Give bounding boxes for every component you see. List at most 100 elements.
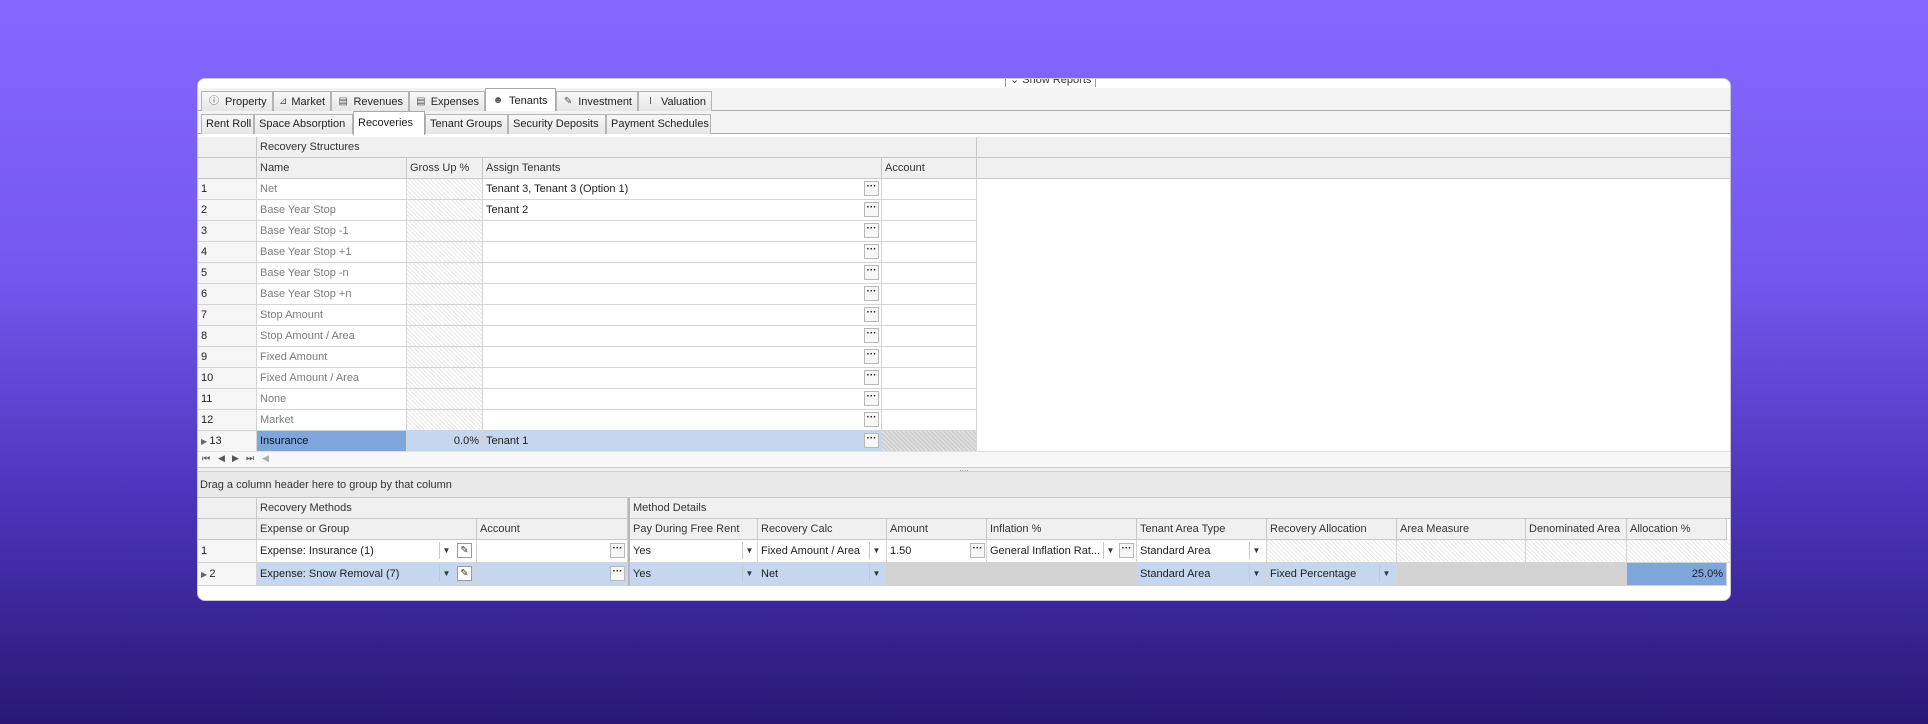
row-number[interactable]: 7	[198, 305, 257, 326]
ellipsis-button[interactable]: ···	[864, 265, 879, 280]
tab-expenses[interactable]: ▤ Expenses	[409, 91, 485, 111]
row-number[interactable]: ▶ 2	[198, 563, 257, 586]
tenant-area-type-select[interactable]: Standard Area ▼	[1137, 563, 1267, 586]
structure-name[interactable]: Base Year Stop -1	[257, 221, 407, 242]
assign-tenants-field[interactable]: ···	[483, 305, 882, 326]
edit-icon[interactable]: ✎	[457, 543, 472, 558]
col-header-expense[interactable]: Expense or Group	[257, 519, 477, 540]
col-header-tenant-area-type[interactable]: Tenant Area Type	[1137, 519, 1267, 540]
recovery-calc-select[interactable]: Net ▼	[758, 563, 887, 586]
account-cell[interactable]	[882, 410, 977, 431]
row-number[interactable]: 2	[198, 200, 257, 221]
ellipsis-button[interactable]: ···	[864, 349, 879, 364]
inflation-select[interactable]: General Inflation Rat... ▼ ···	[987, 540, 1137, 563]
account-cell[interactable]	[882, 368, 977, 389]
account-cell[interactable]	[882, 347, 977, 368]
group-by-panel[interactable]: Drag a column header here to group by th…	[198, 472, 1730, 498]
structure-name[interactable]: Base Year Stop +1	[257, 242, 407, 263]
gross-up-cell[interactable]: 0.0%	[407, 431, 483, 452]
col-header-area-measure[interactable]: Area Measure	[1397, 519, 1526, 540]
structure-name[interactable]: Base Year Stop +n	[257, 284, 407, 305]
account-cell[interactable]	[882, 179, 977, 200]
tab-market[interactable]: ⊿ Market	[273, 91, 331, 111]
assign-tenants-field[interactable]: ···	[483, 368, 882, 389]
chevron-down-icon[interactable]: ▼	[869, 565, 883, 582]
col-header-account[interactable]: Account	[882, 158, 977, 179]
amount-field[interactable]: 1.50 ···	[887, 540, 987, 563]
chevron-down-icon[interactable]: ▼	[1103, 542, 1117, 559]
recovery-calc-select[interactable]: Fixed Amount / Area ▼	[758, 540, 887, 563]
tab-investment[interactable]: ✎ Investment	[556, 91, 638, 111]
assign-tenants-field[interactable]: ···	[483, 284, 882, 305]
ellipsis-button[interactable]: ···	[864, 286, 879, 301]
structure-name[interactable]: Market	[257, 410, 407, 431]
ellipsis-button[interactable]: ···	[610, 543, 625, 558]
account-cell[interactable]	[882, 389, 977, 410]
col-header-account[interactable]: Account	[477, 519, 628, 540]
assign-tenants-field[interactable]: ···	[483, 242, 882, 263]
col-header-allocation-pct[interactable]: Allocation %	[1627, 519, 1727, 540]
assign-tenants-field[interactable]: Tenant 2 ···	[483, 200, 882, 221]
row-number[interactable]: ▶ 13	[198, 431, 257, 452]
allocation-pct-field[interactable]: 25.0%	[1627, 563, 1727, 586]
assign-tenants-field[interactable]: ···	[483, 221, 882, 242]
subtab-space-absorption[interactable]: Space Absorption	[254, 114, 353, 134]
chevron-down-icon[interactable]: ▼	[439, 565, 453, 582]
pay-during-free-rent-select[interactable]: Yes ▼	[628, 540, 758, 563]
assign-tenants-field[interactable]: Tenant 3, Tenant 3 (Option 1) ···	[483, 179, 882, 200]
assign-tenants-field[interactable]: ···	[483, 410, 882, 431]
ellipsis-button[interactable]: ···	[864, 433, 879, 448]
row-number[interactable]: 9	[198, 347, 257, 368]
subtab-tenant-groups[interactable]: Tenant Groups	[425, 114, 508, 134]
account-cell[interactable]	[882, 221, 977, 242]
ellipsis-button[interactable]: ···	[864, 244, 879, 259]
ellipsis-button[interactable]: ···	[864, 328, 879, 343]
row-number[interactable]: 10	[198, 368, 257, 389]
row-number[interactable]: 12	[198, 410, 257, 431]
account-cell[interactable]	[882, 326, 977, 347]
col-header-recovery-allocation[interactable]: Recovery Allocation	[1267, 519, 1397, 540]
ellipsis-button[interactable]: ···	[864, 202, 879, 217]
ellipsis-button[interactable]: ···	[864, 307, 879, 322]
structure-name[interactable]: None	[257, 389, 407, 410]
tab-property[interactable]: ⓘ Property	[201, 91, 273, 111]
expense-select[interactable]: Expense: Insurance (1) ▼ ✎	[257, 540, 477, 563]
tab-revenues[interactable]: ▤ Revenues	[331, 91, 409, 111]
structure-name[interactable]: Stop Amount / Area	[257, 326, 407, 347]
col-header-recovery-calc[interactable]: Recovery Calc	[758, 519, 887, 540]
assign-tenants-field[interactable]: ···	[483, 389, 882, 410]
edit-icon[interactable]: ✎	[457, 566, 472, 581]
row-number[interactable]: 3	[198, 221, 257, 242]
account-cell[interactable]	[882, 284, 977, 305]
account-cell[interactable]	[882, 305, 977, 326]
row-number[interactable]: 4	[198, 242, 257, 263]
ellipsis-button[interactable]: ···	[864, 223, 879, 238]
row-number[interactable]: 11	[198, 389, 257, 410]
col-header-amount[interactable]: Amount	[887, 519, 987, 540]
tenant-area-type-select[interactable]: Standard Area ▼	[1137, 540, 1267, 563]
row-number[interactable]: 1	[198, 179, 257, 200]
expense-select[interactable]: Expense: Snow Removal (7) ▼ ✎	[257, 563, 477, 586]
structure-name[interactable]: Base Year Stop	[257, 200, 407, 221]
chevron-down-icon[interactable]: ▼	[1249, 542, 1263, 559]
col-header-pay-during-free-rent[interactable]: Pay During Free Rent	[628, 519, 758, 540]
ellipsis-button[interactable]: ···	[864, 391, 879, 406]
show-reports-button[interactable]: ⌄ Show Reports	[1005, 79, 1097, 87]
chevron-down-icon[interactable]: ▼	[742, 565, 756, 582]
ellipsis-button[interactable]: ···	[610, 566, 625, 581]
chevron-down-icon[interactable]: ▼	[1379, 565, 1393, 582]
chevron-down-icon[interactable]: ▼	[869, 542, 883, 559]
tab-tenants[interactable]: ☻ Tenants	[485, 88, 556, 112]
row-number[interactable]: 1	[198, 540, 257, 563]
subtab-rent-roll[interactable]: Rent Roll	[201, 114, 254, 134]
ellipsis-button[interactable]: ···	[864, 412, 879, 427]
account-field[interactable]: ···	[477, 563, 628, 586]
tab-valuation[interactable]: I Valuation	[638, 91, 712, 111]
last-record-icon[interactable]: ⏭	[246, 453, 254, 464]
row-number[interactable]: 6	[198, 284, 257, 305]
chevron-down-icon[interactable]: ▼	[1249, 565, 1263, 582]
account-cell[interactable]	[882, 431, 977, 452]
row-number[interactable]: 8	[198, 326, 257, 347]
col-header-gross-up[interactable]: Gross Up %	[407, 158, 483, 179]
ellipsis-button[interactable]: ···	[864, 370, 879, 385]
